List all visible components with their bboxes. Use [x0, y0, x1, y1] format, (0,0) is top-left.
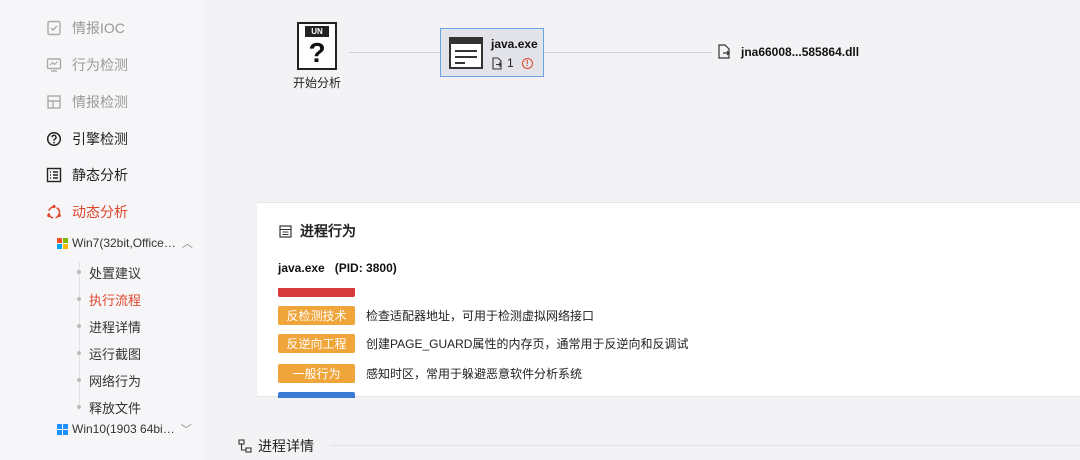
start-node[interactable]: UN ? [297, 22, 337, 70]
radar-icon [46, 204, 62, 220]
process-meta: 1 ! [491, 56, 533, 70]
sidebar-item-static-analysis[interactable]: 静态分析 [46, 163, 128, 187]
document-icon [279, 224, 292, 238]
dll-name: jna66008...585864.dll [741, 44, 860, 59]
sidebar-item-behavior-detect[interactable]: 行为检测 [46, 53, 128, 77]
sub-item-label: 运行截图 [89, 346, 142, 362]
execution-flow-graph: UN ? 开始分析 java.exe 1 ! jna66008...585864… [257, 0, 1080, 202]
chevron-up-icon: ︿ [181, 238, 193, 250]
behavior-desc: 感知时区，常用于躲避恶意软件分析系统 [366, 366, 583, 381]
sub-item-network[interactable]: 网络行为 [77, 370, 141, 390]
env-group-win7[interactable]: Win7(32bit,Office… ︿ [57, 233, 193, 253]
dll-node[interactable]: jna66008...585864.dll [717, 44, 859, 59]
sub-item-screenshots[interactable]: 运行截图 [77, 343, 141, 363]
behavior-tag: 反逆向工程 [278, 333, 355, 353]
sub-item-label: 释放文件 [89, 400, 142, 416]
sidebar: 情报IOC 行为检测 情报检测 引擎检测 静态分析 动态分析 Win7(32bi… [0, 0, 205, 460]
sub-item-label: 进程详情 [89, 319, 142, 335]
file-count: 1 [507, 56, 514, 70]
process-details-header[interactable]: 进程详情 [238, 436, 314, 456]
process-name: java.exe [278, 261, 325, 275]
behavior-row [278, 288, 366, 297]
env-group-label: Win7(32bit,Office… [72, 236, 176, 250]
process-node[interactable]: java.exe 1 ! [440, 28, 544, 77]
question-circle-icon [46, 131, 62, 147]
behavior-desc: 检查适配器地址，可用于检测虚拟网络接口 [366, 308, 595, 323]
bullet-dot [77, 351, 81, 355]
bullet-dot [77, 297, 81, 301]
bullet-dot [77, 378, 81, 382]
alert-icon: ! [521, 57, 533, 69]
file-export-icon [717, 44, 731, 59]
panel-title: 进程行为 [279, 221, 356, 241]
process-pid: (PID: 3800) [334, 261, 397, 275]
sub-item-label: 处置建议 [89, 265, 142, 281]
windows-logo-icon [57, 237, 68, 249]
behavior-row: 反逆向工程 创建PAGE_GUARD属性的内存页，通常用于反逆向和反调试 [278, 333, 688, 353]
windows-logo-icon [57, 423, 68, 435]
sub-item-process-details[interactable]: 进程详情 [77, 316, 141, 336]
bullet-dot [77, 324, 81, 328]
bullet-dot [77, 270, 81, 274]
process-behavior-panel: 进程行为 java.exe (PID: 3800) 反检测技术 检查适配器地址，可… [257, 202, 1080, 398]
monitor-icon [46, 57, 62, 73]
process-name: java.exe [491, 37, 538, 51]
sub-item-execution-flow[interactable]: 执行流程 [77, 289, 141, 309]
sub-item-label: 执行流程 [89, 292, 142, 308]
section-title: 进程详情 [258, 438, 314, 454]
unknown-badge: UN [305, 26, 329, 37]
sidebar-item-intel-ioc[interactable]: 情报IOC [46, 16, 125, 40]
sidebar-item-dynamic-analysis[interactable]: 动态分析 [46, 200, 128, 224]
sidebar-item-engine-detect[interactable]: 引擎检测 [46, 127, 128, 151]
process-header: java.exe (PID: 3800) [278, 261, 397, 275]
window-icon [449, 37, 483, 69]
behavior-row: 反检测技术 检查适配器地址，可用于检测虚拟网络接口 [278, 305, 594, 325]
sidebar-item-label: 情报检测 [72, 94, 128, 110]
env-group-win10[interactable]: Win10(1903 64bi… ﹀ [57, 419, 192, 439]
behavior-desc: 创建PAGE_GUARD属性的内存页，通常用于反逆向和反调试 [366, 336, 689, 351]
tree-icon [238, 439, 252, 453]
behavior-row: 一般行为 感知时区，常用于躲避恶意软件分析系统 [278, 363, 582, 383]
chevron-down-icon: ﹀ [180, 424, 192, 436]
graph-edge [544, 52, 712, 53]
sub-item-remediation[interactable]: 处置建议 [77, 262, 141, 282]
layout-icon [46, 94, 62, 110]
sub-item-dropped-files[interactable]: 释放文件 [77, 397, 141, 417]
behavior-tag: 一般行为 [278, 363, 355, 383]
sidebar-item-intel-detect[interactable]: 情报检测 [46, 90, 128, 114]
graph-edge [349, 52, 440, 53]
sidebar-item-label: 行为检测 [72, 57, 128, 73]
sidebar-item-label: 静态分析 [72, 167, 128, 183]
sidebar-item-label: 动态分析 [72, 204, 128, 220]
env-group-label: Win10(1903 64bi… [72, 422, 175, 436]
sidebar-item-label: 情报IOC [72, 20, 125, 36]
question-mark-icon: ? [308, 37, 326, 68]
file-export-icon [491, 56, 503, 70]
checklist-icon [46, 20, 62, 36]
sub-item-label: 网络行为 [89, 373, 142, 389]
behavior-tag [278, 391, 355, 398]
list-icon [46, 167, 62, 183]
sidebar-item-label: 引擎检测 [72, 131, 128, 147]
start-node-label: 开始分析 [293, 76, 342, 90]
behavior-tag: 反检测技术 [278, 305, 355, 325]
bullet-dot [77, 405, 81, 409]
behavior-row [278, 391, 366, 398]
behavior-tag [278, 288, 355, 297]
panel-title-text: 进程行为 [300, 223, 356, 239]
divider [330, 445, 1080, 446]
behavior-list[interactable]: 反检测技术 检查适配器地址，可用于检测虚拟网络接口 反逆向工程 创建PAGE_G… [278, 288, 1068, 398]
